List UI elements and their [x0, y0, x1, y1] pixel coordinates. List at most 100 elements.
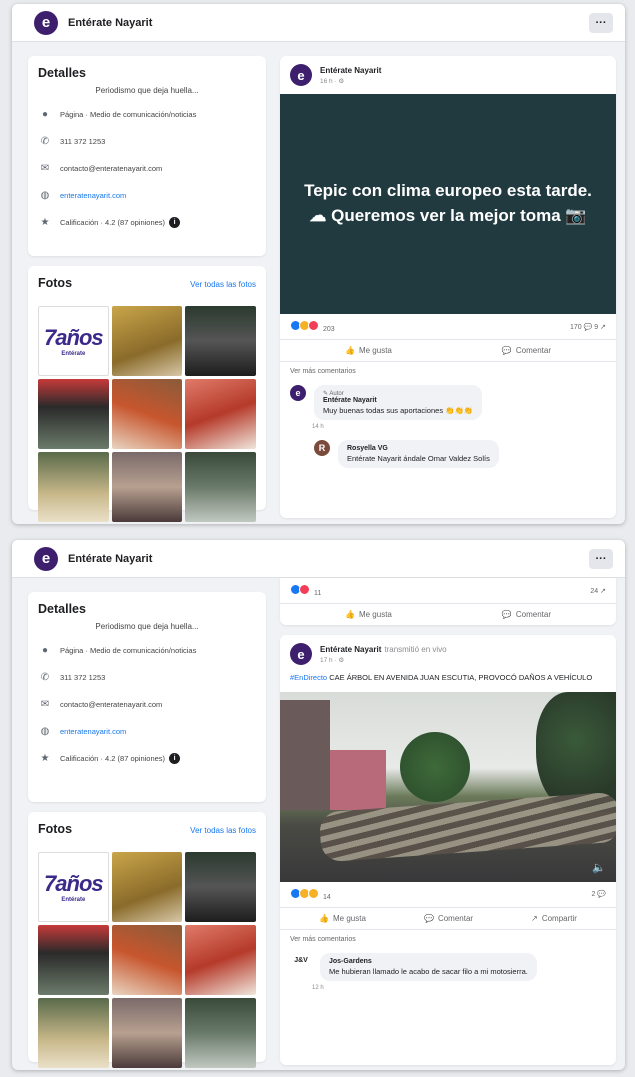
photo-thumb[interactable]	[111, 306, 183, 376]
comment-button[interactable]: 💬 Comentar	[424, 914, 473, 923]
post-actions: 👍 Me gusta 💬 Comentar	[280, 339, 616, 362]
photo-thumb[interactable]	[111, 925, 183, 995]
see-all-photos-link[interactable]: Ver todas las fotos	[190, 826, 256, 835]
photo-thumb[interactable]	[111, 852, 183, 922]
rating-info-icon[interactable]: i	[169, 217, 181, 228]
post-author[interactable]: Entérate Nayarit	[320, 66, 381, 75]
post-actions: 👍 Me gusta 💬 Comentar	[280, 603, 616, 625]
speaker-icon[interactable]: 🔈	[592, 861, 606, 874]
photo-thumb[interactable]	[38, 998, 109, 1068]
post-actions: 👍 Me gusta 💬 Comentar ↗ Compartir	[280, 906, 616, 930]
comment-bubble: ✎ Autor Entérate Nayarit Muy buenas toda…	[314, 385, 483, 420]
rating-info-icon[interactable]: i	[169, 753, 181, 764]
reaction-bar: 203 170 💬 9 ↗	[280, 314, 616, 339]
photo-thumb[interactable]	[185, 306, 256, 376]
reaction-bar: 14 2 💬	[280, 882, 616, 907]
view-more-comments-link[interactable]: Ver más comentarios	[280, 930, 616, 949]
reactions-summary[interactable]: 203	[290, 320, 335, 333]
post-time[interactable]: 16 h · ⚙	[320, 77, 381, 85]
globe-icon: ◍	[40, 190, 50, 201]
comment-time[interactable]: 14 h	[312, 424, 616, 430]
author-avatar[interactable]: e	[290, 64, 312, 86]
page-name[interactable]: Entérate Nayarit	[68, 553, 152, 565]
photo-thumb[interactable]	[38, 452, 109, 522]
thumbs-up-icon: 👍	[345, 346, 355, 355]
comment-text: Entérate Nayarit ándale Omar Valdez Solí…	[347, 454, 490, 463]
photo-thumb[interactable]	[111, 379, 183, 449]
detail-website: ◍ enteratenayarit.com	[38, 726, 256, 737]
detail-page-type: ● Página · Medio de comunicación/noticias	[38, 109, 256, 120]
intro-text: Periodismo que deja huella...	[95, 86, 199, 95]
more-options-button[interactable]: ···	[589, 548, 613, 569]
photo-thumb[interactable]	[111, 452, 183, 522]
detail-rating: ★ Calificación · 4.2 (87 opiniones) i	[38, 753, 256, 764]
post-card: e Entérate Nayarit transmitió en vivo 17 …	[280, 635, 616, 1065]
like-button[interactable]: 👍 Me gusta	[345, 346, 392, 355]
left-column: Detalles Periodismo que deja huella... ●…	[28, 592, 266, 1068]
comment-share-counts[interactable]: 170 💬 9 ↗	[570, 323, 606, 331]
photo-thumb[interactable]	[185, 852, 256, 922]
author-avatar[interactable]: e	[290, 643, 312, 665]
like-button[interactable]: 👍 Me gusta	[345, 610, 392, 619]
share-icon: ↗	[531, 913, 538, 923]
view-more-comments-link[interactable]: Ver más comentarios	[280, 362, 616, 381]
intro-text: Periodismo que deja huella...	[95, 622, 199, 631]
previous-post-footer: 11 24 ↗ 👍 Me gusta 💬 Comentar	[280, 578, 616, 625]
like-button[interactable]: 👍 Me gusta	[319, 914, 366, 923]
star-icon: ★	[40, 217, 50, 228]
photos-title: Fotos	[38, 276, 73, 290]
details-card: Detalles Periodismo que deja huella... ●…	[28, 592, 266, 802]
photo-thumb[interactable]	[38, 925, 109, 995]
page-logo-icon[interactable]: e	[34, 10, 58, 35]
comment-text: Muy buenas todas sus aportaciones 👏👏👏	[323, 406, 474, 415]
comment-item: e ✎ Autor Entérate Nayarit Muy buenas to…	[280, 381, 616, 428]
comment-button[interactable]: 💬 Comentar	[502, 610, 551, 619]
screenshot-1: e Entérate Nayarit ··· Detalles Periodis…	[12, 4, 625, 524]
photo-thumb[interactable]	[185, 452, 256, 522]
post-author[interactable]: Entérate Nayarit transmitió en vivo	[320, 645, 447, 654]
photos-title: Fotos	[38, 822, 73, 836]
photo-thumb[interactable]	[185, 379, 256, 449]
commenter-avatar[interactable]: R	[314, 440, 330, 456]
page-logo-icon[interactable]: e	[34, 546, 58, 571]
phone-icon: ✆	[40, 672, 50, 683]
hashtag-link[interactable]: #EnDirecto	[290, 673, 327, 682]
comment-bubble: Rosyella VG Entérate Nayarit ándale Omar…	[338, 440, 499, 468]
commenter-name[interactable]: Rosyella VG	[347, 445, 490, 452]
comment-item: J&V Jos-Gardens Me hubieran llamado le a…	[280, 949, 616, 989]
photo-thumb[interactable]	[38, 379, 109, 449]
reaction-emojis-icon	[290, 320, 319, 331]
post-text-background: Tepic con clima europeo esta tarde. ☁ Qu…	[280, 94, 616, 314]
detail-phone: ✆ 311 372 1253	[38, 136, 256, 147]
more-options-button[interactable]: ···	[589, 12, 613, 33]
photo-thumb[interactable]: 7años Entérate	[38, 852, 109, 922]
photo-thumb[interactable]	[185, 925, 256, 995]
reaction-emojis-icon	[290, 887, 319, 899]
photos-card: Fotos Ver todas las fotos 7años Entérate	[28, 266, 266, 522]
commenter-avatar[interactable]: J&V	[290, 952, 312, 969]
commenter-name[interactable]: Entérate Nayarit	[323, 397, 473, 404]
photo-thumb[interactable]	[111, 998, 183, 1068]
reactions-summary[interactable]: 11	[290, 584, 321, 597]
reactions-summary[interactable]: 14	[290, 887, 331, 901]
comment-time[interactable]: 12 h	[312, 985, 616, 991]
left-column: Detalles Periodismo que deja huella... ●…	[28, 56, 266, 522]
see-all-photos-link[interactable]: Ver todas las fotos	[190, 280, 256, 289]
commenter-name[interactable]: Jos-Gardens	[329, 958, 528, 965]
comment-button[interactable]: 💬 Comentar	[502, 346, 551, 355]
photo-thumb[interactable]: 7años Entérate	[38, 306, 109, 376]
author-badge: ✎ Autor	[323, 391, 344, 397]
photos-card: Fotos Ver todas las fotos 7años Entérate	[28, 812, 266, 1068]
share-button[interactable]: ↗ Compartir	[531, 914, 577, 923]
share-count[interactable]: 24 ↗	[590, 587, 606, 595]
comment-count[interactable]: 2 💬	[591, 890, 606, 898]
detail-page-type: ● Página · Medio de comunicación/noticias	[38, 645, 256, 656]
photo-thumb[interactable]	[185, 998, 256, 1068]
live-video-frame[interactable]: 🔈	[280, 691, 616, 882]
commenter-avatar[interactable]: e	[290, 385, 306, 401]
photo-grid: 7años Entérate	[38, 306, 256, 522]
reaction-bar: 11 24 ↗	[280, 578, 616, 603]
page-name[interactable]: Entérate Nayarit	[68, 17, 152, 29]
post-time[interactable]: 17 h · ⚙	[320, 656, 447, 664]
comment-icon: 💬	[423, 913, 434, 923]
